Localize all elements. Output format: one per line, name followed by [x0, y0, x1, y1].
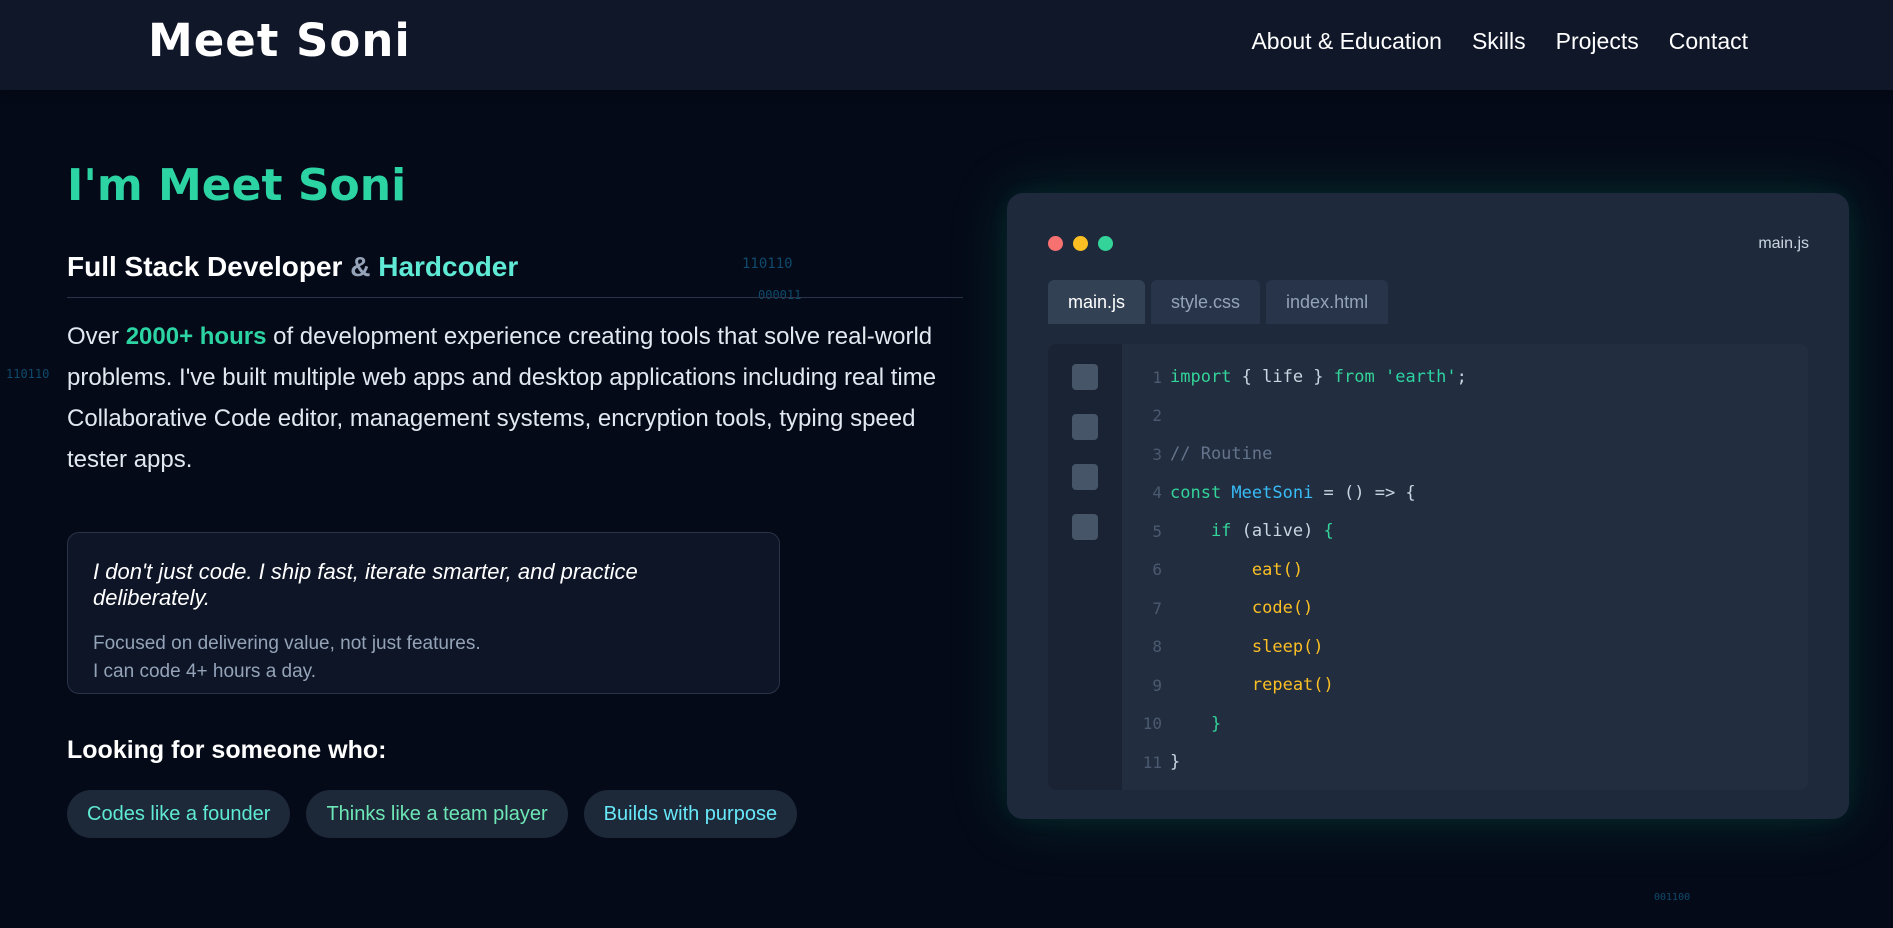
binary-decor: 001100: [1654, 892, 1691, 903]
code-token: }: [1170, 713, 1222, 734]
code-token: sleep(): [1170, 636, 1324, 657]
binary-decor: 110110: [6, 367, 50, 381]
line-number: 5: [1152, 521, 1162, 541]
code-content: 1 import { life } from 'earth'; 2 3 // Rou…: [1132, 358, 1467, 782]
code-window: main.js main.js style.css index.html 1 im…: [1007, 193, 1849, 819]
code-token: if: [1170, 521, 1232, 542]
code-token: 'earth': [1374, 367, 1457, 388]
line-number: 10: [1142, 714, 1162, 734]
code-line: 5 if (alive) {: [1132, 512, 1467, 551]
extensions-icon[interactable]: [1072, 514, 1098, 540]
code-token: MeetSoni: [1221, 482, 1314, 503]
code-token: = () => {: [1313, 482, 1416, 503]
code-token: repeat(): [1170, 675, 1334, 696]
line-number: 4: [1152, 483, 1162, 503]
chip-codes-like-founder[interactable]: Codes like a founder: [67, 790, 291, 838]
desc-highlight: 2000+ hours: [125, 323, 267, 350]
code-token: const: [1170, 482, 1222, 503]
code-token: from: [1333, 367, 1375, 388]
quote-main: I don't just code. I ship fast, iterate …: [93, 559, 638, 610]
code-token: { life }: [1231, 367, 1334, 388]
code-line: 9 repeat(): [1132, 666, 1467, 705]
brand-logo[interactable]: Meet Soni: [148, 14, 411, 67]
line-number: 11: [1142, 752, 1162, 772]
line-number: 6: [1152, 560, 1162, 580]
file-icon[interactable]: [1072, 364, 1098, 390]
tab-main-js[interactable]: main.js: [1048, 280, 1146, 324]
code-line: 2: [1132, 397, 1467, 436]
nav-links: About & Education Skills Projects Contac…: [1251, 28, 1748, 55]
trait-chips: Codes like a founder Thinks like a team …: [67, 790, 798, 838]
maximize-dot-icon[interactable]: [1098, 236, 1113, 251]
quote-line: I can code 4+ hours a day.: [93, 661, 317, 682]
line-number: 2: [1152, 406, 1162, 426]
window-title: main.js: [1758, 235, 1809, 252]
hero-title: I'm Meet Soni: [67, 160, 407, 211]
code-line: 4 const MeetSoni = () => {: [1132, 474, 1467, 513]
code-token: }: [1170, 752, 1181, 773]
code-editor[interactable]: 1 import { life } from 'earth'; 2 3 // Rou…: [1048, 344, 1808, 790]
close-dot-icon[interactable]: [1048, 236, 1063, 251]
code-token: code(): [1170, 598, 1314, 619]
line-number: 1: [1152, 367, 1162, 387]
code-line: 8 sleep(): [1132, 628, 1467, 667]
subtitle-role: Full Stack Developer: [67, 251, 343, 282]
git-icon[interactable]: [1072, 464, 1098, 490]
minimize-dot-icon[interactable]: [1073, 236, 1088, 251]
code-line: 3 // Routine: [1132, 435, 1467, 474]
editor-tabs: main.js style.css index.html: [1048, 280, 1389, 324]
looking-heading: Looking for someone who:: [67, 736, 387, 764]
nav-link-projects[interactable]: Projects: [1556, 28, 1639, 55]
code-token: // Routine: [1170, 444, 1273, 465]
line-number: 3: [1152, 444, 1162, 464]
line-number: 9: [1152, 675, 1162, 695]
hero-subtitle: Full Stack Developer & Hardcoder: [67, 251, 963, 298]
desc-pre: Over: [67, 323, 126, 350]
subtitle-highlight: Hardcoder: [378, 251, 519, 282]
code-line: 11}: [1132, 743, 1467, 782]
nav-link-contact[interactable]: Contact: [1669, 28, 1748, 55]
code-token: (alive): [1231, 521, 1314, 542]
chip-team-player[interactable]: Thinks like a team player: [306, 790, 568, 838]
nav-link-skills[interactable]: Skills: [1472, 28, 1526, 55]
code-token: import: [1170, 367, 1232, 388]
nav-link-about[interactable]: About & Education: [1251, 28, 1442, 55]
hero-description: Over 2000+ hours of development experien…: [67, 316, 963, 480]
subtitle-ampersand: &: [342, 251, 379, 282]
editor-gutter: [1048, 344, 1122, 790]
code-line: 6 eat(): [1132, 551, 1467, 590]
quote-line: Focused on delivering value, not just fe…: [93, 633, 481, 654]
navbar: Meet Soni About & Education Skills Proje…: [0, 0, 1893, 90]
quote-card: I don't just code. I ship fast, iterate …: [67, 532, 780, 694]
search-icon[interactable]: [1072, 414, 1098, 440]
code-line: 7 code(): [1132, 589, 1467, 628]
chip-builds-with-purpose[interactable]: Builds with purpose: [583, 790, 798, 838]
code-token: ;: [1456, 367, 1467, 388]
code-line: 1 import { life } from 'earth';: [1132, 358, 1467, 397]
tab-index-html[interactable]: index.html: [1266, 280, 1389, 324]
line-number: 8: [1152, 637, 1162, 657]
hero-section: I'm Meet Soni Full Stack Developer & Har…: [67, 160, 963, 480]
line-number: 7: [1152, 598, 1162, 618]
tab-style-css[interactable]: style.css: [1151, 280, 1261, 324]
window-controls: [1048, 236, 1113, 251]
code-line: 10 }: [1132, 705, 1467, 744]
code-token: eat(): [1170, 559, 1304, 580]
code-token: {: [1313, 521, 1334, 542]
